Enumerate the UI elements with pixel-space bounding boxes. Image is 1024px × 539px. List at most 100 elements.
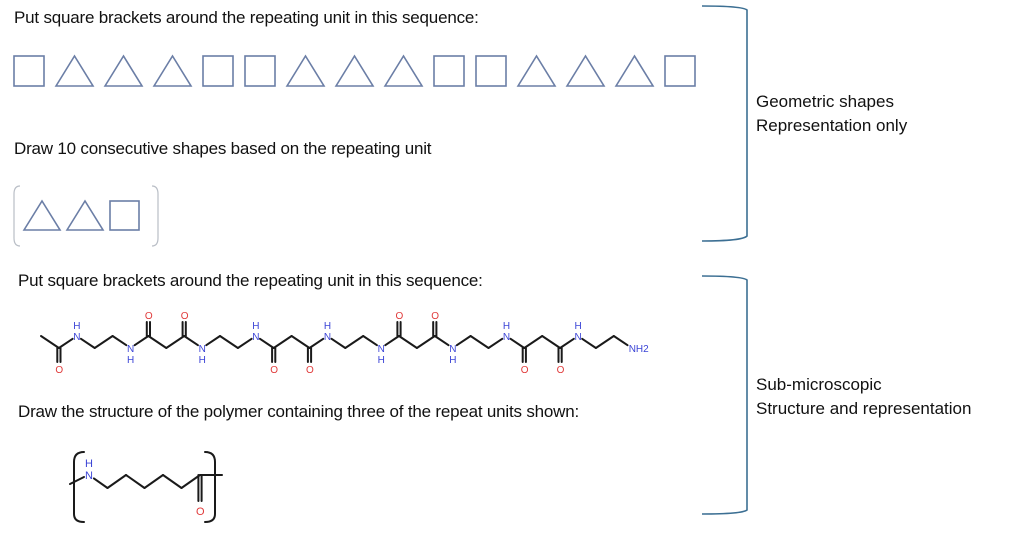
chain-bond <box>308 337 325 349</box>
repeat-unit-shapes <box>22 199 140 231</box>
polymer-repeat-unit: O NH <box>69 451 223 523</box>
sequence-square <box>244 55 276 87</box>
nitrogen-label: N <box>199 344 206 355</box>
repeat-unit-bond <box>106 474 127 489</box>
chain-bond <box>57 337 74 349</box>
sequence-triangle <box>383 54 424 87</box>
chain-bond <box>469 335 490 349</box>
hydrogen-label: H <box>449 355 456 366</box>
chain-bond <box>183 335 199 347</box>
oxygen-label: O <box>270 365 278 376</box>
unit-triangle <box>65 199 105 231</box>
chain-bond <box>330 337 347 349</box>
hydrogen-label: H <box>73 321 80 332</box>
chain-bond <box>541 335 562 349</box>
chain-bond <box>559 337 575 349</box>
repeat-unit-bond <box>143 474 164 489</box>
repeat-unit-bond <box>162 474 183 489</box>
unit-triangle <box>22 199 62 231</box>
sequence-triangle <box>152 54 193 87</box>
sequence-square <box>202 55 234 87</box>
hydrogen-label: H <box>575 321 582 332</box>
nitrogen-label: N <box>73 332 80 343</box>
nitrogen-label: N <box>324 332 331 343</box>
sequence-square <box>475 55 507 87</box>
oxygen-label: O <box>557 365 565 376</box>
chain-bond <box>133 335 150 347</box>
chain-bond <box>79 337 96 349</box>
oxygen-label: O <box>145 311 153 322</box>
nitrogen-label: N <box>575 332 582 343</box>
chain-bond <box>344 335 365 349</box>
chain-bond <box>111 335 128 347</box>
sequence-triangle <box>54 54 95 87</box>
chain-bond <box>581 337 597 349</box>
amine-terminal-label: NH2 <box>629 344 649 355</box>
nitrogen-label: N <box>449 344 456 355</box>
chain-bond <box>398 335 418 349</box>
sequence-triangle <box>334 54 375 87</box>
chain-bond <box>433 335 450 347</box>
sequence-square <box>433 55 465 87</box>
sequence-square <box>664 55 696 87</box>
chain-bond <box>509 337 526 349</box>
sequence-triangle <box>516 54 557 87</box>
chain-bond <box>272 335 293 349</box>
diagram-canvas: ONHNHO ONHNHO ONHNHO ONHNHO ONHNH2 ONH <box>13 5 748 523</box>
chain-bond <box>219 335 239 349</box>
chain-bond <box>258 337 275 349</box>
shape-sequence <box>13 54 696 87</box>
chain-bond <box>455 335 472 347</box>
oxygen-label: O <box>396 311 404 322</box>
hydrogen-label: H <box>199 355 206 366</box>
hydrogen-label: H <box>127 355 134 366</box>
oxygen-label: O <box>306 365 314 376</box>
nitrogen-label: N <box>127 344 134 355</box>
oxygen-label: O <box>431 311 439 322</box>
category-brace-geometric <box>701 5 748 242</box>
chain-bond <box>236 337 253 349</box>
repeat-unit-bond <box>125 474 146 489</box>
sequence-triangle <box>103 54 144 87</box>
oxygen-label: O <box>521 365 529 376</box>
sequence-triangle <box>285 54 326 87</box>
nitrogen-label: N <box>503 332 510 343</box>
chain-bond <box>93 335 114 349</box>
chain-bond <box>594 335 615 349</box>
nitrogen-label: N <box>252 332 259 343</box>
hydrogen-label: H <box>503 321 510 332</box>
chain-bond <box>362 335 378 347</box>
hydrogen-label: H <box>252 321 259 332</box>
nitrogen-label: N <box>85 470 93 482</box>
chain-bond <box>165 335 186 349</box>
unit-square <box>109 200 140 231</box>
hydrogen-label: H <box>378 355 385 366</box>
hydrogen-label: H <box>85 458 93 470</box>
oxygen-label: O <box>181 311 189 322</box>
chain-bond <box>415 335 436 349</box>
chain-bond <box>523 335 544 349</box>
left-continuation-bond <box>69 476 85 485</box>
sequence-square <box>13 55 45 87</box>
repeat-unit-right-paren <box>204 451 216 523</box>
nitrogen-label: N <box>378 344 385 355</box>
repeat-unit-left-paren <box>73 451 85 523</box>
sequence-triangle <box>565 54 606 87</box>
repeat-unit-right-bracket <box>151 185 159 247</box>
oxygen-label: O <box>55 365 63 376</box>
sequence-triangle <box>614 54 655 87</box>
hydrogen-label: H <box>324 321 331 332</box>
chain-bond <box>40 335 60 349</box>
chain-bond <box>384 335 400 347</box>
category-brace-molecular <box>701 275 748 515</box>
repeat-unit-left-bracket <box>13 185 21 247</box>
repeat-unit-bond <box>180 474 201 489</box>
oxygen-label: O <box>196 506 205 518</box>
chain-bond <box>205 335 221 347</box>
chain-bond <box>290 335 311 349</box>
chain-bond <box>612 335 629 347</box>
molecule-chain: ONHNHO ONHNHO ONHNHO ONHNHO ONHNH2 <box>40 311 649 376</box>
repeat-unit-bond <box>92 477 109 489</box>
chain-bond <box>147 335 168 349</box>
chain-bond <box>487 337 504 349</box>
